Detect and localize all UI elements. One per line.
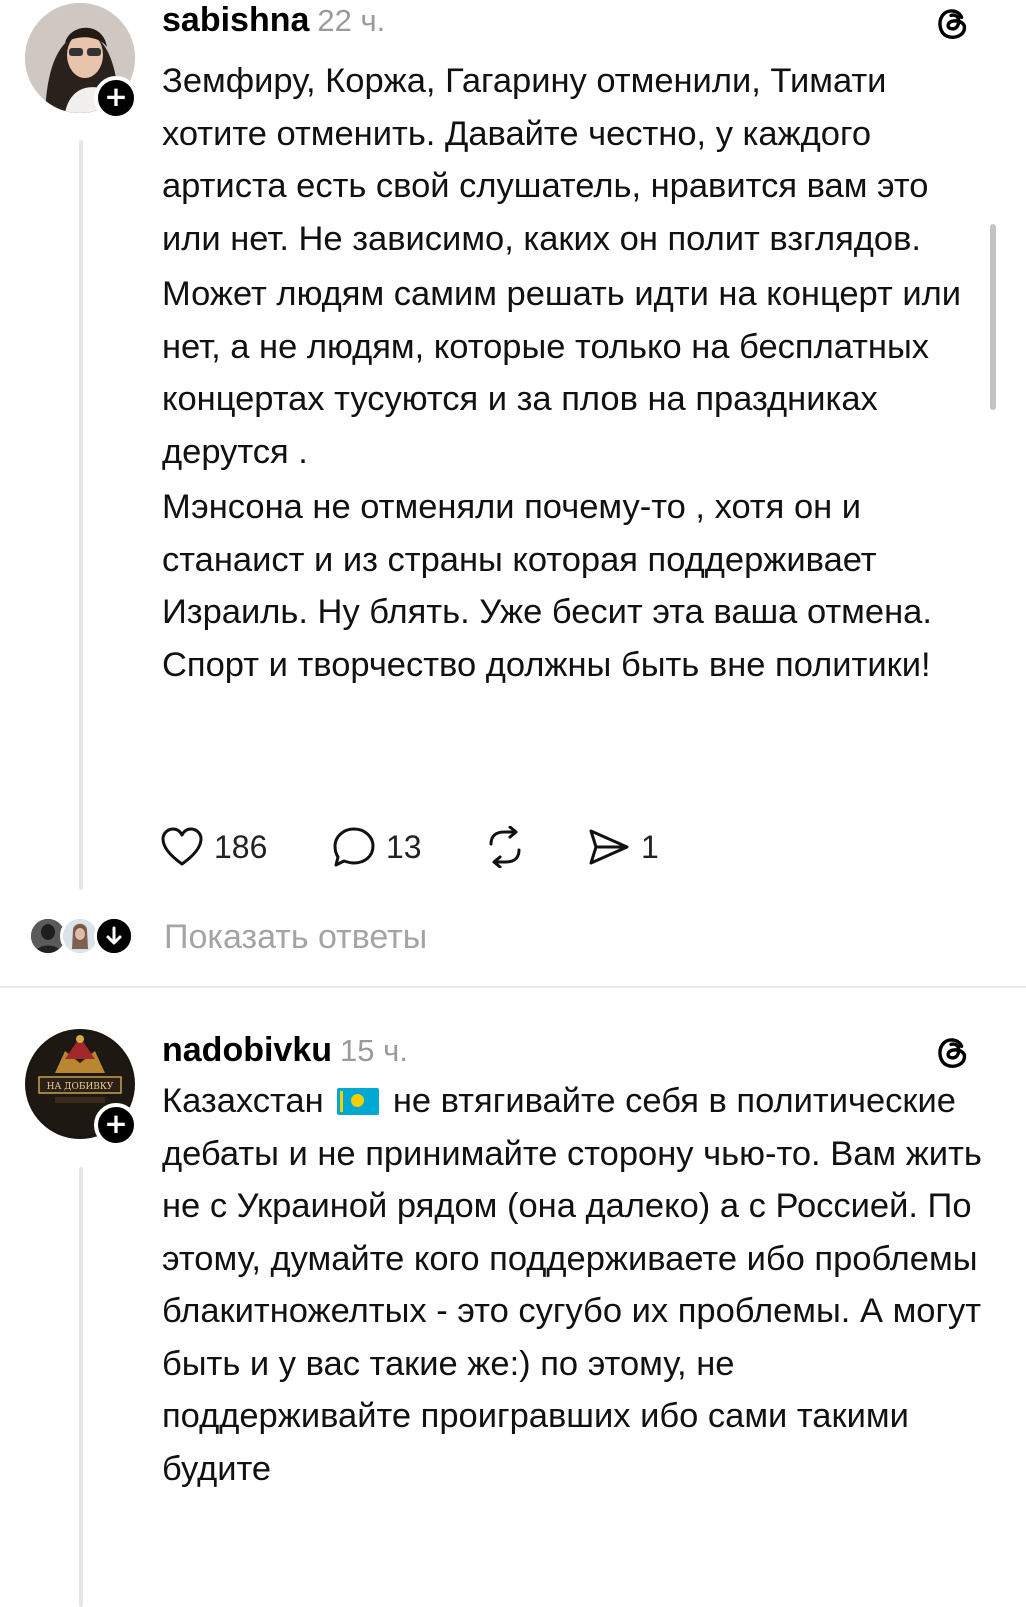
heart-icon [161, 827, 203, 866]
post-divider [0, 986, 1026, 988]
post-time: 22 ч. [317, 3, 386, 38]
post-body: Земфиру, Коржа, Гагарину отменили, Тимат… [162, 55, 982, 694]
post-nadobivku: НА ДОБИВКУ + nadobivku 15 ч. Казахстан не… [0, 1005, 1026, 1607]
post-header: nadobivku 15 ч. [162, 1030, 408, 1071]
scrollbar[interactable] [990, 224, 996, 410]
like-button[interactable]: 186 [160, 822, 332, 872]
expand-replies-icon [94, 916, 134, 956]
show-replies-row[interactable]: Показать ответы [0, 908, 1026, 966]
post-paragraph: Может людям самим решать идти на концерт… [162, 275, 962, 471]
arrow-down-icon [97, 919, 131, 953]
thread-line [79, 1167, 83, 1607]
threads-logo-icon [938, 1038, 967, 1068]
post-actions: 186 13 1 [160, 822, 659, 872]
share-count: 1 [641, 828, 659, 865]
post-paragraph: Мэнсона не отменяли почему-то , хотя он … [162, 488, 932, 684]
post-header: sabishna 22 ч. [162, 0, 385, 41]
post-text: не втягивайте себя в политические дебаты… [162, 1082, 982, 1488]
kazakhstan-flag-icon [337, 1088, 380, 1115]
comment-icon [333, 827, 375, 867]
reply-button[interactable]: 13 [332, 822, 482, 872]
show-replies-link[interactable]: Показать ответы [164, 918, 427, 957]
like-count: 186 [214, 828, 268, 865]
post-time: 15 ч. [340, 1033, 408, 1068]
threads-logo-icon [938, 9, 967, 39]
post-paragraph: Земфиру, Коржа, Гагарину отменили, Тимат… [162, 62, 929, 258]
post-paragraph: Казахстан не втягивайте себя в политичес… [162, 1075, 982, 1495]
reply-count: 13 [386, 828, 422, 865]
reply-avatar-photo-icon [63, 919, 97, 953]
repost-button[interactable] [482, 822, 587, 872]
post-text: Казахстан [162, 1082, 324, 1120]
send-icon [589, 829, 629, 865]
username[interactable]: sabishna [162, 1, 309, 39]
follow-plus-icon[interactable]: + [94, 1103, 138, 1147]
post-sabishna: + sabishna 22 ч. Земфиру, Коржа, Гагарину… [0, 0, 1026, 905]
follow-plus-icon[interactable]: + [94, 76, 138, 120]
post-body: Казахстан не втягивайте себя в политичес… [162, 1075, 982, 1498]
avatar-logo-text: НА ДОБИВКУ [47, 1082, 114, 1092]
thread-line [79, 140, 83, 890]
username[interactable]: nadobivku [162, 1031, 332, 1069]
repost-icon [489, 826, 521, 868]
share-button[interactable]: 1 [587, 822, 659, 872]
